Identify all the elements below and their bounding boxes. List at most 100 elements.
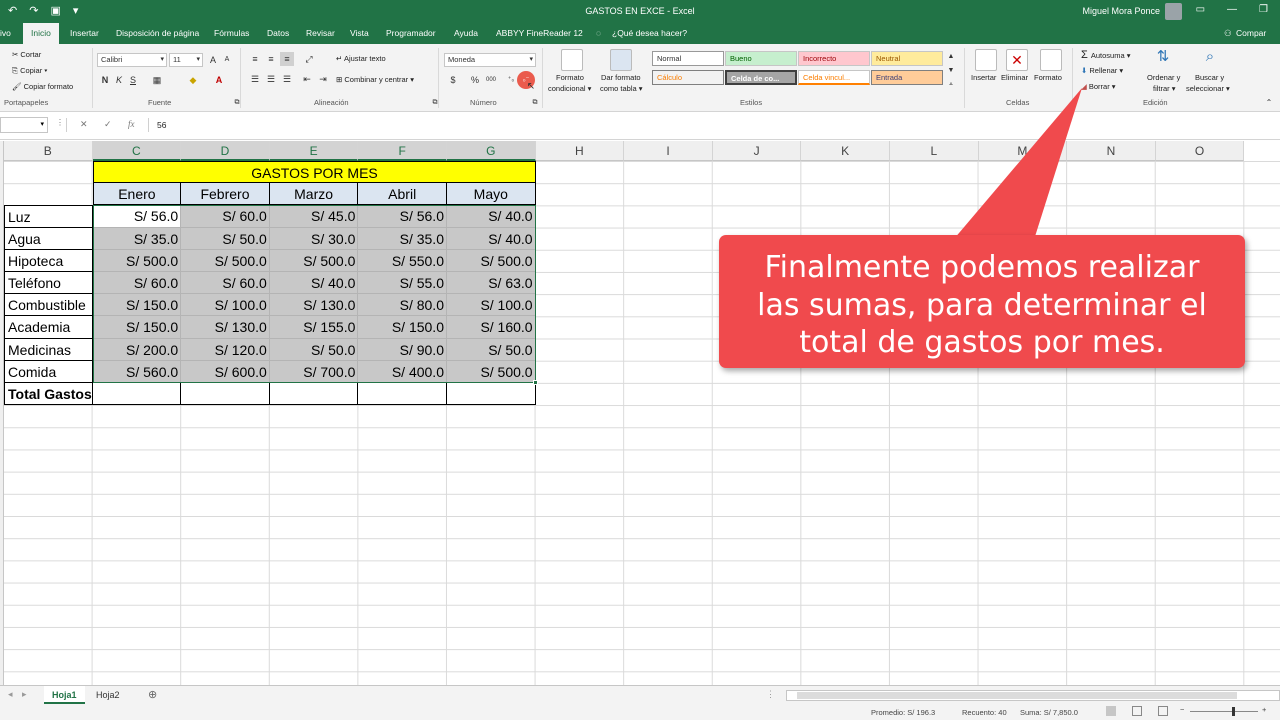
- table-cell[interactable]: S/ 600.0: [181, 360, 270, 383]
- name-box[interactable]: ▾: [0, 117, 48, 133]
- table-cell[interactable]: S/ 155.0: [269, 316, 359, 339]
- merge-center-button[interactable]: ⊞ Combinar y centrar ▾: [336, 75, 414, 84]
- increase-font-icon[interactable]: A: [206, 53, 220, 67]
- accounting-format-icon[interactable]: $: [446, 73, 460, 87]
- find-select-button[interactable]: seleccionar ▾: [1186, 84, 1230, 93]
- format-painter-button[interactable]: 🖌 Copiar formato: [12, 82, 73, 91]
- table-cell[interactable]: S/ 560.0: [92, 360, 182, 383]
- wrap-text-button[interactable]: ↵ Ajustar texto: [336, 54, 386, 63]
- styles-scroll-up-icon[interactable]: ▲: [944, 50, 958, 64]
- tab-ayuda[interactable]: Ayuda: [454, 23, 478, 44]
- enter-icon[interactable]: ✓: [104, 119, 112, 130]
- row-label[interactable]: Combustible: [4, 294, 93, 317]
- font-name-select[interactable]: Calibri ▾: [97, 53, 167, 67]
- table-cell[interactable]: S/ 160.0: [447, 316, 536, 339]
- table-cell[interactable]: S/ 60.0: [181, 205, 270, 228]
- table-cell[interactable]: S/ 50.0: [447, 338, 536, 361]
- previous-sheet-icon[interactable]: ◂: [8, 689, 13, 700]
- month-header[interactable]: Mayo: [447, 183, 536, 206]
- row-label[interactable]: Teléfono: [4, 272, 93, 295]
- column-header-f[interactable]: F: [358, 141, 447, 161]
- table-cell[interactable]: S/ 500.0: [447, 360, 536, 383]
- insert-function-icon[interactable]: fx: [128, 119, 135, 129]
- column-header-h[interactable]: H: [535, 141, 625, 161]
- month-header[interactable]: Marzo: [269, 183, 359, 206]
- table-cell[interactable]: S/ 30.0: [269, 227, 359, 250]
- styles-scroll-down-icon[interactable]: ▼: [944, 64, 958, 78]
- thousands-button[interactable]: 000: [484, 73, 498, 87]
- total-cell[interactable]: [181, 383, 270, 406]
- table-cell[interactable]: S/ 200.0: [92, 338, 182, 361]
- decrease-font-icon[interactable]: A: [220, 53, 234, 67]
- column-header-k[interactable]: K: [801, 141, 890, 161]
- table-cell[interactable]: S/ 56.0: [358, 205, 447, 228]
- table-cell[interactable]: S/ 40.0: [447, 227, 536, 250]
- table-cell[interactable]: S/ 550.0: [358, 249, 447, 272]
- style-celda-control[interactable]: Celda de co...: [725, 70, 797, 85]
- insert-cells-icon[interactable]: [975, 49, 997, 71]
- font-size-select[interactable]: 11 ▾: [169, 53, 203, 67]
- active-cell[interactable]: S/ 56.0: [92, 205, 182, 228]
- table-title[interactable]: GASTOS POR MES: [93, 161, 536, 184]
- tab-disposicion[interactable]: Disposición de página: [116, 23, 199, 44]
- orientation-icon[interactable]: ⤢: [302, 52, 316, 66]
- row-label[interactable]: Academia: [4, 316, 93, 339]
- minimize-icon[interactable]: —: [1227, 4, 1237, 15]
- conditional-format-icon[interactable]: [561, 49, 583, 71]
- cut-button[interactable]: ✂ Cortar: [12, 50, 41, 59]
- table-cell[interactable]: S/ 63.0: [447, 272, 536, 295]
- alignment-dialog-launcher-icon[interactable]: ⧉: [428, 96, 442, 110]
- page-break-icon[interactable]: [1158, 706, 1168, 716]
- clear-button[interactable]: ◢ Borrar ▾: [1081, 82, 1116, 91]
- table-cell[interactable]: S/ 40.0: [447, 205, 536, 228]
- format-as-table-icon[interactable]: [610, 49, 632, 71]
- column-header-l[interactable]: L: [890, 141, 979, 161]
- tab-programador[interactable]: Programador: [386, 23, 436, 44]
- copy-button[interactable]: ⎘ Copiar ▾: [12, 66, 47, 76]
- table-cell[interactable]: S/ 400.0: [358, 360, 447, 383]
- table-cell[interactable]: S/ 35.0: [92, 227, 182, 250]
- align-left-icon[interactable]: ☰: [248, 72, 262, 86]
- table-cell[interactable]: S/ 50.0: [181, 227, 270, 250]
- autosum-button[interactable]: Σ Autosuma ▾: [1081, 49, 1131, 61]
- table-cell[interactable]: S/ 100.0: [447, 294, 536, 317]
- row-label[interactable]: Hipoteca: [4, 249, 93, 272]
- month-header[interactable]: Enero: [92, 183, 182, 206]
- column-header-e[interactable]: E: [269, 141, 359, 161]
- find-select-label-1[interactable]: Buscar y: [1195, 73, 1224, 82]
- table-cell[interactable]: S/ 60.0: [181, 272, 270, 295]
- column-header-i[interactable]: I: [624, 141, 713, 161]
- zoom-slider[interactable]: [1190, 711, 1258, 712]
- style-incorrecto[interactable]: Incorrecto: [798, 51, 870, 66]
- column-header-g[interactable]: G: [447, 141, 536, 161]
- total-cell[interactable]: [92, 383, 182, 406]
- month-header[interactable]: Febrero: [181, 183, 270, 206]
- share-icon[interactable]: ⚇: [1224, 23, 1232, 44]
- scrollbar-thumb[interactable]: [797, 692, 1237, 699]
- underline-button[interactable]: S: [126, 73, 140, 87]
- number-dialog-launcher-icon[interactable]: ⧉: [528, 96, 542, 110]
- column-header-c[interactable]: C: [92, 141, 182, 161]
- table-cell[interactable]: S/ 35.0: [358, 227, 447, 250]
- formula-input[interactable]: 56: [157, 120, 166, 130]
- tab-datos[interactable]: Datos: [267, 23, 289, 44]
- fill-handle[interactable]: [532, 380, 538, 385]
- insert-cells-button[interactable]: Insertar: [971, 73, 996, 82]
- column-header-b[interactable]: B: [4, 141, 93, 161]
- align-bottom-icon[interactable]: ≡: [280, 52, 294, 66]
- table-cell[interactable]: S/ 150.0: [92, 294, 182, 317]
- format-cells-button[interactable]: Formato: [1034, 73, 1062, 82]
- total-cell[interactable]: [447, 383, 536, 406]
- table-cell[interactable]: S/ 500.0: [447, 249, 536, 272]
- total-label[interactable]: Total Gastos: [4, 383, 93, 406]
- table-cell[interactable]: S/ 150.0: [358, 316, 447, 339]
- fill-color-icon[interactable]: ◆: [186, 73, 200, 87]
- avatar[interactable]: [1165, 3, 1182, 20]
- row-label[interactable]: Medicinas: [4, 338, 93, 361]
- horizontal-scrollbar[interactable]: [786, 690, 1280, 701]
- align-middle-icon[interactable]: ≡: [264, 52, 278, 66]
- tab-formulas[interactable]: Fórmulas: [214, 23, 249, 44]
- share-button[interactable]: Compar: [1236, 23, 1266, 44]
- style-neutral[interactable]: Neutral: [871, 51, 943, 66]
- conditional-format-button[interactable]: condicional ▾: [548, 84, 591, 93]
